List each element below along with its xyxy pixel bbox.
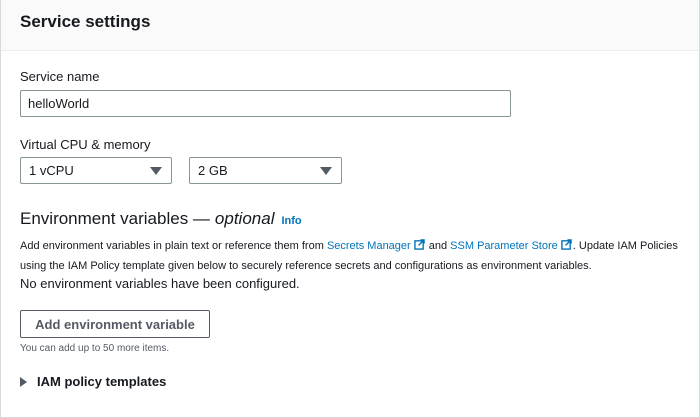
service-name-label: Service name (20, 69, 100, 84)
service-name-input[interactable] (20, 90, 511, 117)
panel-header: Service settings (1, 0, 699, 51)
env-vars-optional: optional (214, 209, 275, 228)
external-link-icon (413, 239, 425, 250)
no-env-vars-text: No environment variables have been confi… (20, 276, 300, 291)
env-vars-heading-text: Environment variables — (20, 209, 210, 228)
caret-down-icon (320, 167, 332, 175)
items-remaining-hint: You can add up to 50 more items. (20, 343, 170, 354)
iam-policy-templates-label: IAM policy templates (37, 374, 167, 389)
secrets-manager-link-text: Secrets Manager (326, 240, 411, 252)
secrets-manager-link[interactable]: Secrets Manager (326, 239, 426, 252)
service-settings-panel: Service settings Service name Virtual CP… (0, 0, 700, 418)
memory-select[interactable]: 2 GB (189, 157, 342, 184)
iam-policy-templates-expander[interactable]: IAM policy templates (20, 374, 166, 389)
cpu-memory-label: Virtual CPU & memory (20, 137, 151, 152)
ssm-parameter-store-link[interactable]: SSM Parameter Store (450, 239, 573, 252)
panel-title: Service settings (20, 12, 151, 31)
external-link-icon (560, 239, 572, 250)
desc-part-2: and (425, 240, 451, 252)
info-link[interactable]: Info (281, 215, 301, 227)
cpu-select[interactable]: 1 vCPU (20, 157, 172, 184)
caret-right-icon (20, 376, 27, 387)
memory-select-value: 2 GB (198, 163, 228, 178)
cpu-select-value: 1 vCPU (29, 163, 74, 178)
env-vars-description: Add environment variables in plain text … (20, 236, 680, 276)
ssm-link-text: SSM Parameter Store (450, 240, 558, 252)
add-environment-variable-button[interactable]: Add environment variable (20, 310, 210, 338)
env-vars-heading: Environment variables — optional Info (20, 209, 302, 229)
caret-down-icon (150, 167, 162, 175)
desc-part-1: Add environment variables in plain text … (20, 240, 327, 252)
